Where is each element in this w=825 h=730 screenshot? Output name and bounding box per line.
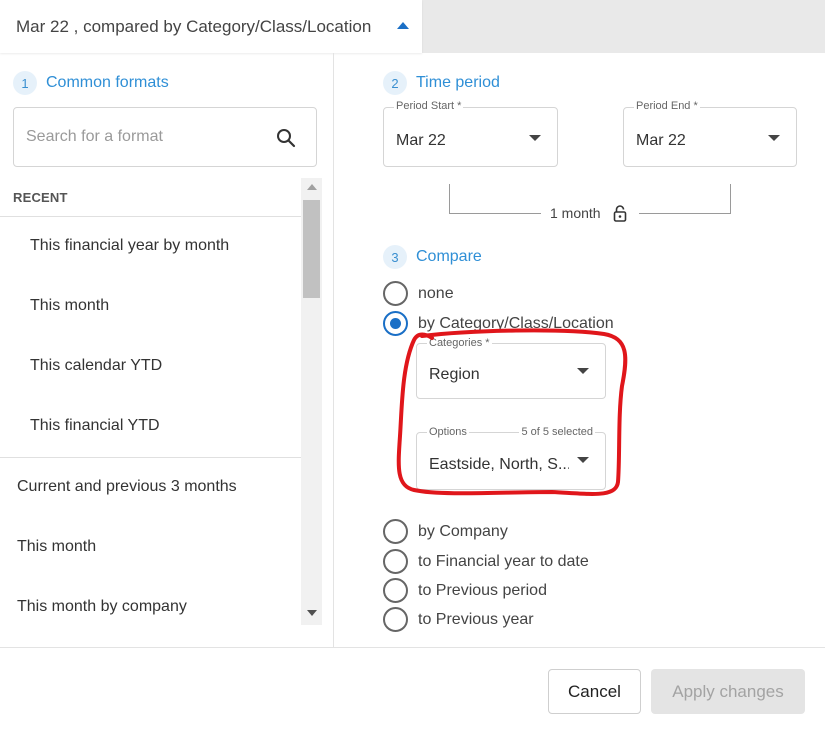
scroll-thumb[interactable] xyxy=(303,200,320,298)
period-duration: 1 month xyxy=(550,205,601,221)
step-label: Time period xyxy=(416,74,500,91)
compare-option-none[interactable]: none xyxy=(383,281,454,306)
compare-option-previous-year[interactable]: to Previous year xyxy=(383,607,534,632)
radio-label: by Company xyxy=(418,522,508,540)
radio-button[interactable] xyxy=(383,578,408,603)
format-search-box[interactable] xyxy=(13,107,317,167)
common-formats-step: 1 Common formats xyxy=(13,71,169,95)
common-formats-panel: 1 Common formats RECENT This financial y… xyxy=(0,53,334,647)
radio-button[interactable] xyxy=(383,549,408,574)
dropdown-arrow-icon xyxy=(577,368,589,374)
radio-button[interactable] xyxy=(383,607,408,632)
options-label: Options xyxy=(427,426,469,438)
list-item[interactable]: This calendar YTD xyxy=(30,357,162,375)
apply-changes-button[interactable]: Apply changes xyxy=(651,669,805,714)
categories-value: Region xyxy=(429,366,480,383)
radio-label: by Category/Class/Location xyxy=(418,314,614,332)
period-end-label: Period End * xyxy=(634,100,700,112)
period-summary-title: Mar 22 , compared by Category/Class/Loca… xyxy=(16,16,372,36)
period-start-select[interactable]: Period Start * Mar 22 xyxy=(383,100,558,167)
compare-option-financial-ytd[interactable]: to Financial year to date xyxy=(383,549,589,574)
options-selected-count: 5 of 5 selected xyxy=(519,426,595,438)
radio-label: to Previous year xyxy=(418,610,534,628)
radio-button[interactable] xyxy=(383,281,408,306)
list-item[interactable]: This financial year by month xyxy=(30,237,229,255)
radio-label: none xyxy=(418,284,454,302)
list-item[interactable]: This month xyxy=(17,538,96,556)
step-label: Compare xyxy=(416,248,482,265)
radio-button[interactable] xyxy=(383,519,408,544)
scroll-up-arrow-icon[interactable] xyxy=(307,184,317,190)
dropdown-arrow-icon xyxy=(768,135,780,141)
format-search-input[interactable] xyxy=(26,128,266,146)
period-end-value: Mar 22 xyxy=(636,132,686,149)
compare-option-category[interactable]: by Category/Class/Location xyxy=(383,311,614,336)
compare-option-company[interactable]: by Company xyxy=(383,519,508,544)
step-number: 1 xyxy=(13,71,37,95)
step-number: 3 xyxy=(383,245,407,269)
radio-label: to Financial year to date xyxy=(418,552,589,570)
options-value: Eastside, North, S... xyxy=(429,456,569,473)
list-item[interactable]: This month by company xyxy=(17,598,187,616)
divider xyxy=(0,216,301,217)
options-select[interactable]: Options 5 of 5 selected Eastside, North,… xyxy=(416,426,606,490)
list-item[interactable]: This financial YTD xyxy=(30,417,160,435)
dropdown-arrow-icon xyxy=(529,135,541,141)
period-end-select[interactable]: Period End * Mar 22 xyxy=(623,100,797,167)
step-number: 2 xyxy=(383,71,407,95)
recent-heading: RECENT xyxy=(13,190,68,205)
bracket-line xyxy=(449,213,541,214)
categories-label: Categories * xyxy=(427,337,492,349)
radio-button-selected[interactable] xyxy=(383,311,408,336)
cancel-button[interactable]: Cancel xyxy=(548,669,641,714)
search-icon[interactable] xyxy=(276,128,296,148)
list-item[interactable]: This month xyxy=(30,297,109,315)
format-list-scrollbar[interactable] xyxy=(301,178,322,625)
radio-label: to Previous period xyxy=(418,581,547,599)
step-label: Common formats xyxy=(46,74,169,91)
bracket-line xyxy=(639,213,731,214)
categories-select[interactable]: Categories * Region xyxy=(416,337,606,399)
period-start-label: Period Start * xyxy=(394,100,464,112)
dropdown-arrow-icon xyxy=(577,457,589,463)
compare-step: 3 Compare xyxy=(383,245,482,269)
period-start-value: Mar 22 xyxy=(396,132,446,149)
divider xyxy=(0,457,301,458)
scroll-down-arrow-icon[interactable] xyxy=(307,610,317,616)
caret-up-icon xyxy=(397,22,409,29)
period-summary-dropdown[interactable]: Mar 22 , compared by Category/Class/Loca… xyxy=(0,0,422,53)
time-period-step: 2 Time period xyxy=(383,71,500,95)
compare-option-previous-period[interactable]: to Previous period xyxy=(383,578,547,603)
format-list[interactable]: RECENT This financial year by month This… xyxy=(0,178,322,625)
list-item[interactable]: Current and previous 3 months xyxy=(17,478,237,496)
dialog-footer: Cancel Apply changes xyxy=(0,647,825,730)
unlock-icon[interactable] xyxy=(613,205,627,222)
